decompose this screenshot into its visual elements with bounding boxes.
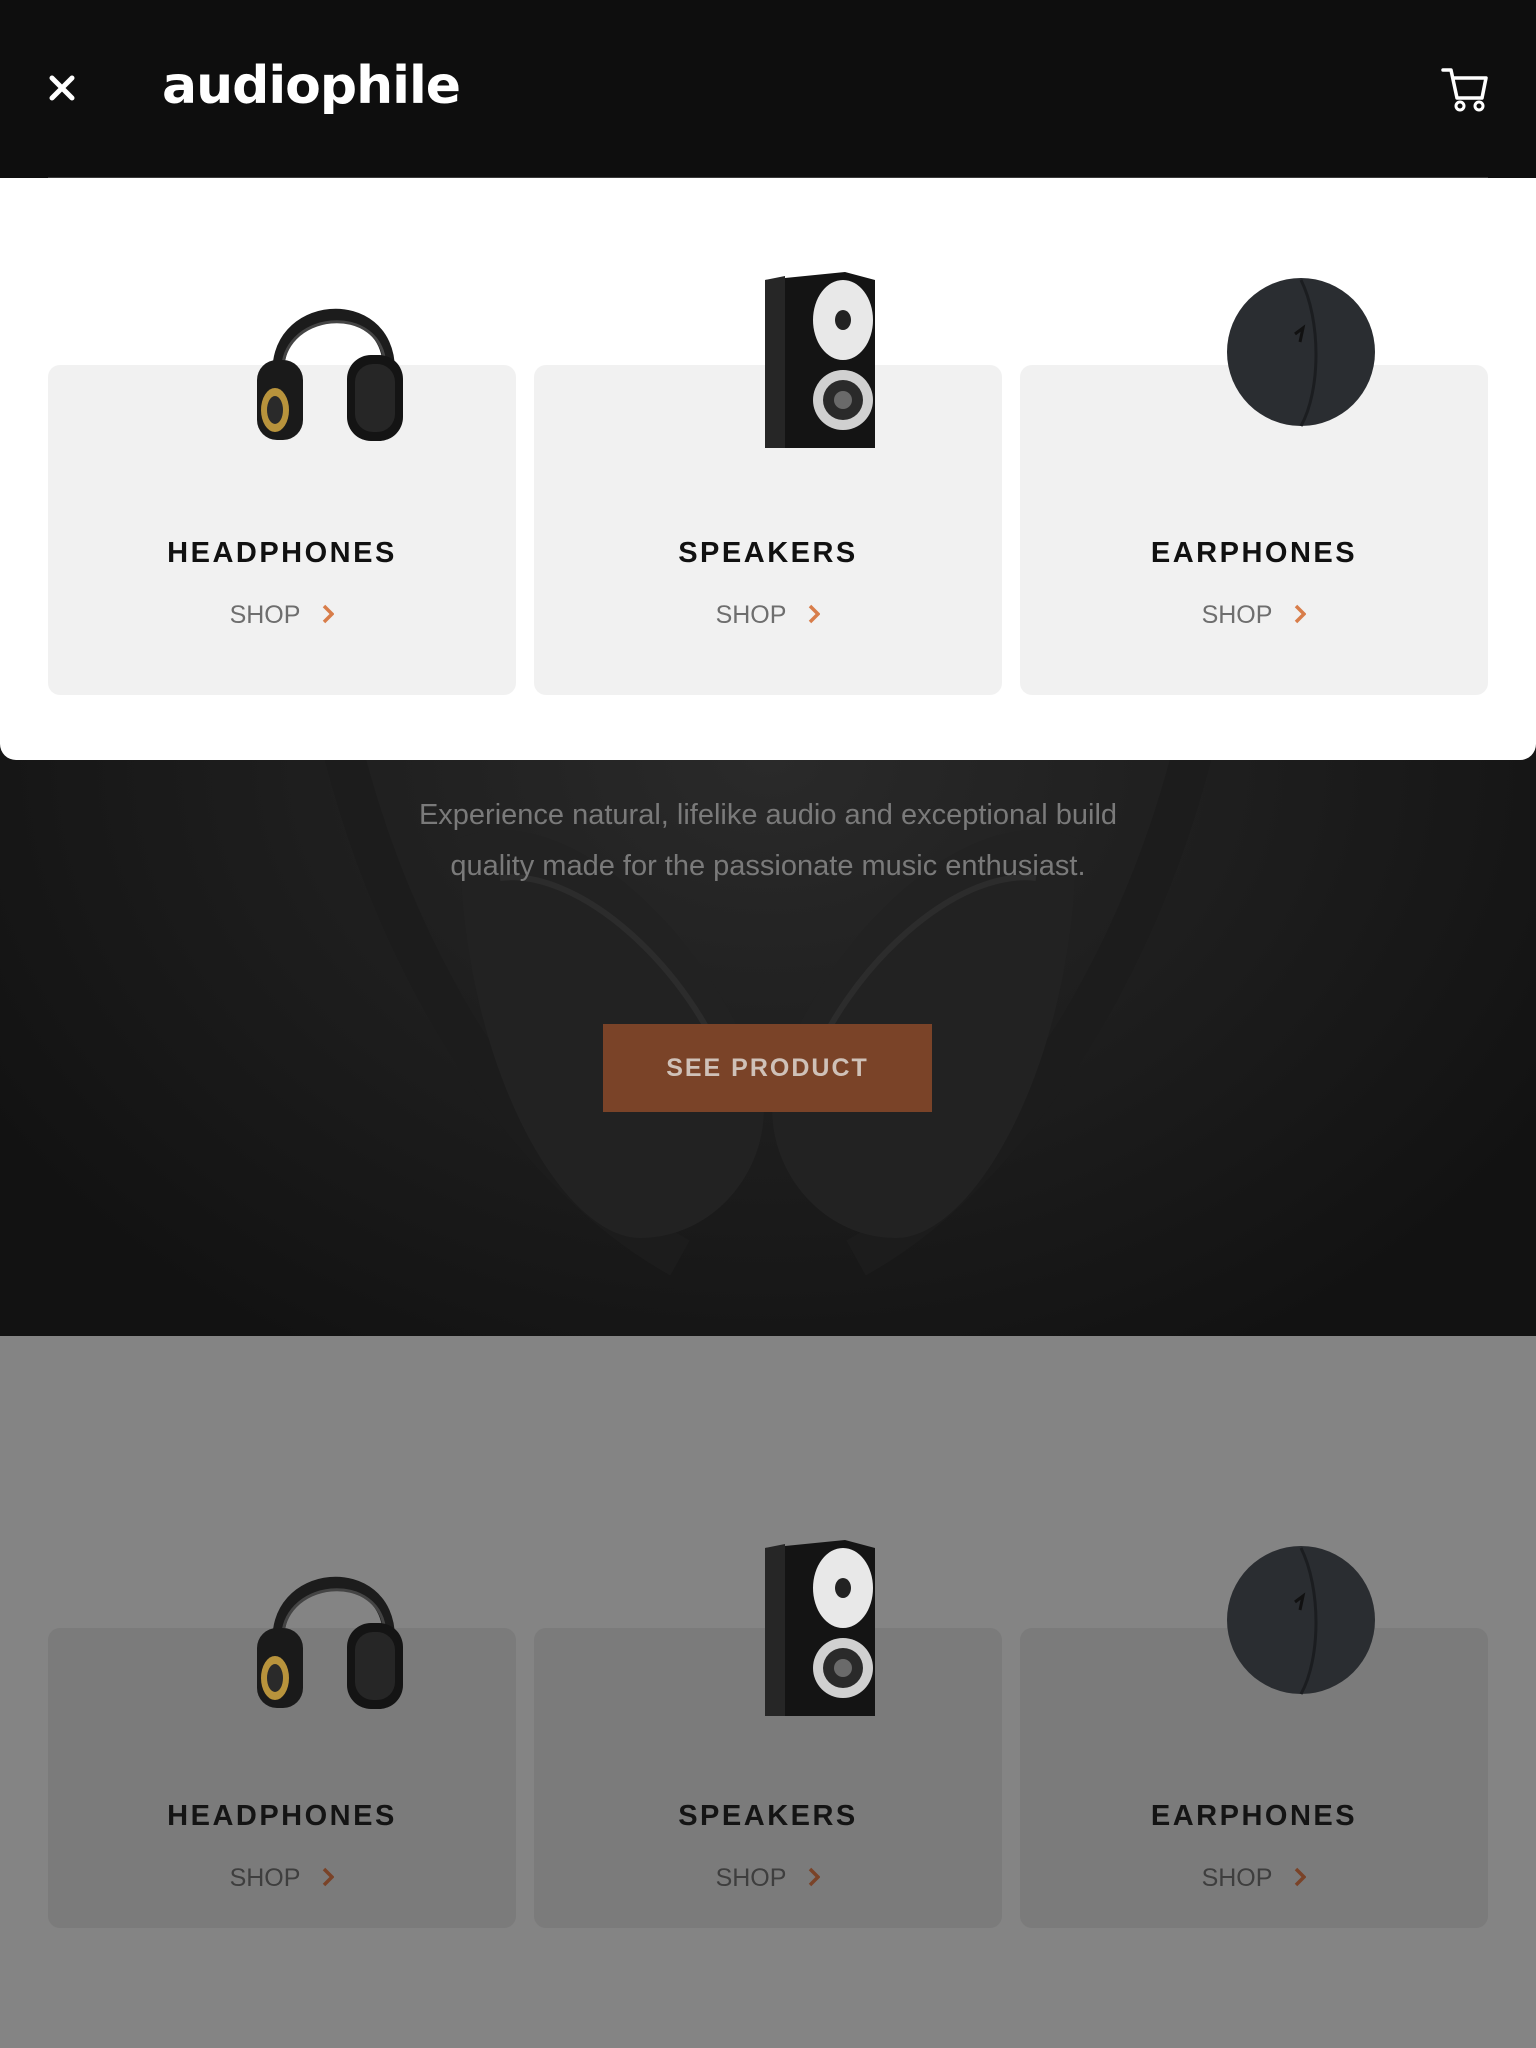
shop-link-label: SHOP [1201,1864,1273,1892]
shop-link-speakers[interactable]: SHOP [534,1864,1002,1894]
category-title: SPEAKERS [678,1800,858,1832]
menu-shop-link-headphones[interactable]: SHOP [48,601,516,631]
page: audiophile Experience natural, lifelike … [0,0,1536,2048]
menu-category-title: EARPHONES [1150,537,1358,569]
chevron-right-icon [322,602,335,631]
menu-shop-link-earphones[interactable]: SHOP [1020,601,1488,631]
shop-link-label: SHOP [229,601,301,629]
chevron-right-icon [808,602,821,631]
earphones-image [1211,260,1391,460]
speaker-image [725,260,905,460]
speaker-image [725,1528,905,1728]
headphones-image [239,260,419,460]
menu-category-row: HEADPHONES SHOP SPEAKERS SHOP EARPHONES … [48,178,1488,695]
cart-button[interactable] [1440,64,1490,114]
see-product-button[interactable]: SEE PRODUCT [603,1024,932,1112]
menu-category-title: SPEAKERS [678,537,858,569]
mobile-menu-panel: HEADPHONES SHOP SPEAKERS SHOP EARPHONES … [0,178,1536,760]
chevron-right-icon [1294,602,1307,631]
category-section: HEADPHONES SHOP SPEAKERS SHOP EARPHONES … [0,1336,1536,2048]
shop-link-label: SHOP [715,601,787,629]
shop-link-headphones[interactable]: SHOP [48,1864,516,1894]
hero-description: Experience natural, lifelike audio and e… [418,799,1118,882]
earphones-image [1211,1528,1391,1728]
shop-link-label: SHOP [1201,601,1273,629]
shop-link-label: SHOP [229,1864,301,1892]
chevron-right-icon [1294,1865,1307,1894]
header-bar: audiophile [0,0,1536,178]
headphones-image [239,1528,419,1728]
chevron-right-icon [322,1865,335,1894]
category-title: EARPHONES [1150,1800,1358,1832]
menu-category-title: HEADPHONES [167,537,397,569]
cart-icon [1441,68,1488,112]
menu-shop-link-speakers[interactable]: SHOP [534,601,1002,631]
close-menu-button[interactable] [40,66,84,110]
shop-link-label: SHOP [715,1864,787,1892]
header-divider [48,177,1488,178]
logo[interactable]: audiophile [162,50,461,122]
category-row: HEADPHONES SHOP SPEAKERS SHOP EARPHONES … [48,1628,1488,2048]
category-title: HEADPHONES [167,1800,397,1832]
close-icon [49,75,75,101]
shop-link-earphones[interactable]: SHOP [1020,1864,1488,1894]
chevron-right-icon [808,1865,821,1894]
